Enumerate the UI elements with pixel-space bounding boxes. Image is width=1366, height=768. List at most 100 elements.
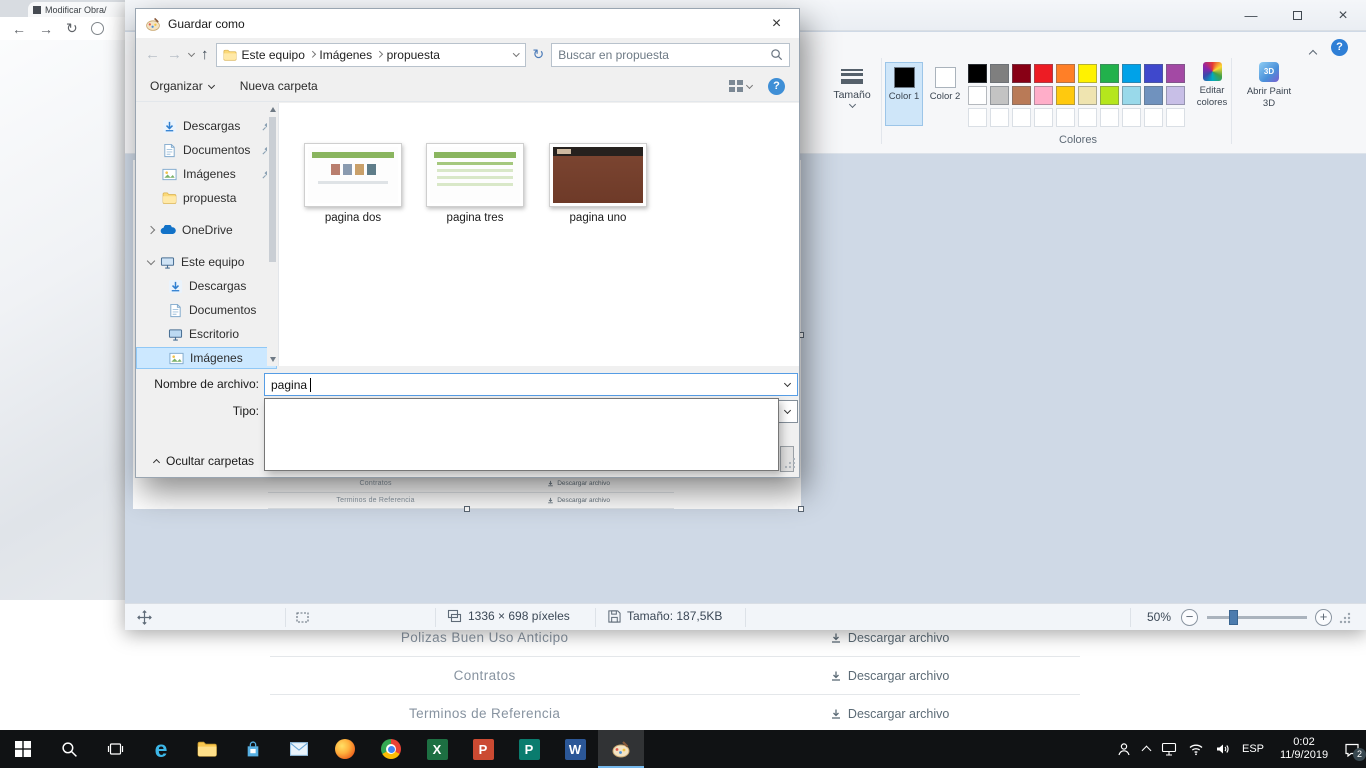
collapse-ribbon-button[interactable] xyxy=(1310,44,1316,62)
scroll-up-icon[interactable] xyxy=(270,107,276,112)
sidebar-item-propuesta[interactable]: propuesta xyxy=(136,187,278,209)
palette-swatch[interactable] xyxy=(1144,64,1163,83)
scrollbar-thumb[interactable] xyxy=(269,117,276,262)
zoom-slider[interactable] xyxy=(1207,616,1307,619)
collapse-chevron-icon[interactable] xyxy=(147,257,155,265)
zoom-slider-thumb[interactable] xyxy=(1229,610,1238,625)
view-mode-button[interactable] xyxy=(729,80,752,92)
taskbar-firefox-button[interactable] xyxy=(322,730,368,768)
window-close-button[interactable]: × xyxy=(1320,0,1366,31)
palette-swatch[interactable] xyxy=(1012,64,1031,83)
breadcrumb-dropdown-icon[interactable] xyxy=(513,50,519,56)
sidebar-scrollbar[interactable] xyxy=(267,103,278,366)
color2-button[interactable]: Color 2 xyxy=(926,62,964,126)
sidebar-item-documentos[interactable]: Documentos xyxy=(136,139,278,161)
network-icon[interactable] xyxy=(1161,742,1177,756)
file-item-pagina-tres[interactable]: pagina tres xyxy=(423,143,527,224)
palette-swatch[interactable] xyxy=(1078,64,1097,83)
palette-swatch[interactable] xyxy=(1078,86,1097,105)
palette-swatch[interactable] xyxy=(968,64,987,83)
taskbar-paint-button[interactable] xyxy=(598,730,644,768)
task-view-button[interactable] xyxy=(92,730,138,768)
taskbar-search-button[interactable] xyxy=(46,730,92,768)
taskbar-mail-button[interactable] xyxy=(276,730,322,768)
wifi-icon[interactable] xyxy=(1188,743,1204,756)
language-indicator[interactable]: ESP xyxy=(1242,743,1264,755)
taskbar-powerpoint-button[interactable]: P xyxy=(460,730,506,768)
palette-swatch[interactable] xyxy=(1166,86,1185,105)
scroll-down-icon[interactable] xyxy=(270,357,276,362)
volume-icon[interactable] xyxy=(1215,742,1231,756)
dialog-close-button[interactable]: × xyxy=(754,9,799,38)
download-link[interactable]: Descargar archivo xyxy=(699,631,1080,645)
palette-swatch[interactable] xyxy=(1144,86,1163,105)
new-folder-button[interactable]: Nueva carpeta xyxy=(240,79,318,93)
palette-empty-slot[interactable] xyxy=(1012,108,1031,127)
palette-swatch[interactable] xyxy=(1012,86,1031,105)
dialog-help-icon[interactable]: ? xyxy=(768,78,785,95)
window-resize-grip[interactable] xyxy=(1339,612,1351,624)
taskbar-edge-button[interactable]: e xyxy=(138,730,184,768)
filename-dropdown-icon[interactable] xyxy=(779,375,796,394)
hide-folders-button[interactable]: Ocultar carpetas xyxy=(144,449,264,473)
organize-button[interactable]: Organizar xyxy=(150,79,214,93)
breadcrumb[interactable]: Este equipo Imágenes propuesta xyxy=(216,43,526,67)
ribbon-help-icon[interactable]: ? xyxy=(1331,39,1348,56)
start-button[interactable] xyxy=(0,730,46,768)
size-button[interactable]: Tamaño xyxy=(827,60,877,126)
edit-colors-button[interactable]: Editar colores xyxy=(1188,60,1236,108)
palette-empty-slot[interactable] xyxy=(968,108,987,127)
palette-empty-slot[interactable] xyxy=(1034,108,1053,127)
nav-up-icon[interactable]: ↑ xyxy=(201,46,209,63)
maximize-button[interactable] xyxy=(1274,0,1320,31)
palette-swatch[interactable] xyxy=(1122,64,1141,83)
open-paint3d-button[interactable]: 3D Abrir Paint 3D xyxy=(1240,60,1298,109)
palette-swatch[interactable] xyxy=(990,64,1009,83)
taskbar-chrome-button[interactable] xyxy=(368,730,414,768)
sidebar-item-onedrive[interactable]: OneDrive xyxy=(136,219,278,241)
dialog-resize-grip[interactable] xyxy=(784,456,796,474)
sidebar-item-descargas[interactable]: Descargas xyxy=(136,115,278,137)
nav-forward-icon[interactable]: → xyxy=(167,46,182,63)
file-item-pagina-uno[interactable]: pagina uno xyxy=(546,143,650,224)
browser-page-info-icon[interactable] xyxy=(91,22,104,35)
action-center-button[interactable]: 2 xyxy=(1344,742,1360,757)
palette-swatch[interactable] xyxy=(1166,64,1185,83)
minimize-button[interactable]: — xyxy=(1228,0,1274,31)
breadcrumb-segment[interactable]: Imágenes xyxy=(319,48,372,62)
taskbar-excel-button[interactable]: X xyxy=(414,730,460,768)
expand-chevron-icon[interactable] xyxy=(147,226,155,234)
sidebar-item-pc-documentos[interactable]: Documentos xyxy=(136,299,278,321)
sidebar-item-pc-imagenes[interactable]: Imágenes xyxy=(136,347,277,369)
taskbar-file-explorer-button[interactable] xyxy=(184,730,230,768)
taskbar-word-button[interactable]: W xyxy=(552,730,598,768)
zoom-out-button[interactable]: − xyxy=(1181,609,1198,626)
palette-empty-slot[interactable] xyxy=(1122,108,1141,127)
canvas-resize-handle[interactable] xyxy=(464,506,470,512)
palette-swatch[interactable] xyxy=(1100,64,1119,83)
sidebar-item-pc-escritorio[interactable]: Escritorio xyxy=(136,323,278,345)
palette-swatch[interactable] xyxy=(1034,64,1053,83)
palette-swatch[interactable] xyxy=(1056,64,1075,83)
palette-swatch[interactable] xyxy=(1056,86,1075,105)
refresh-icon[interactable]: ↻ xyxy=(533,46,545,63)
breadcrumb-segment[interactable]: Este equipo xyxy=(242,48,305,62)
filename-autocomplete-dropdown[interactable] xyxy=(264,398,779,471)
download-link[interactable]: Descargar archivo xyxy=(699,707,1080,721)
sidebar-item-imagenes[interactable]: Imágenes xyxy=(136,163,278,185)
people-icon[interactable] xyxy=(1116,742,1132,757)
filetype-dropdown-icon[interactable] xyxy=(779,402,796,421)
palette-empty-slot[interactable] xyxy=(1078,108,1097,127)
download-link[interactable]: Descargar archivo xyxy=(699,669,1080,683)
canvas-resize-handle[interactable] xyxy=(798,506,804,512)
browser-forward-icon[interactable]: → xyxy=(39,21,53,37)
clock[interactable]: 0:02 11/9/2019 xyxy=(1275,736,1333,762)
palette-swatch[interactable] xyxy=(1100,86,1119,105)
color1-button[interactable]: Color 1 xyxy=(885,62,923,126)
palette-empty-slot[interactable] xyxy=(1144,108,1163,127)
taskbar-publisher-button[interactable]: P xyxy=(506,730,552,768)
palette-empty-slot[interactable] xyxy=(1056,108,1075,127)
browser-refresh-icon[interactable]: ↻ xyxy=(66,20,78,37)
palette-empty-slot[interactable] xyxy=(1166,108,1185,127)
palette-swatch[interactable] xyxy=(990,86,1009,105)
